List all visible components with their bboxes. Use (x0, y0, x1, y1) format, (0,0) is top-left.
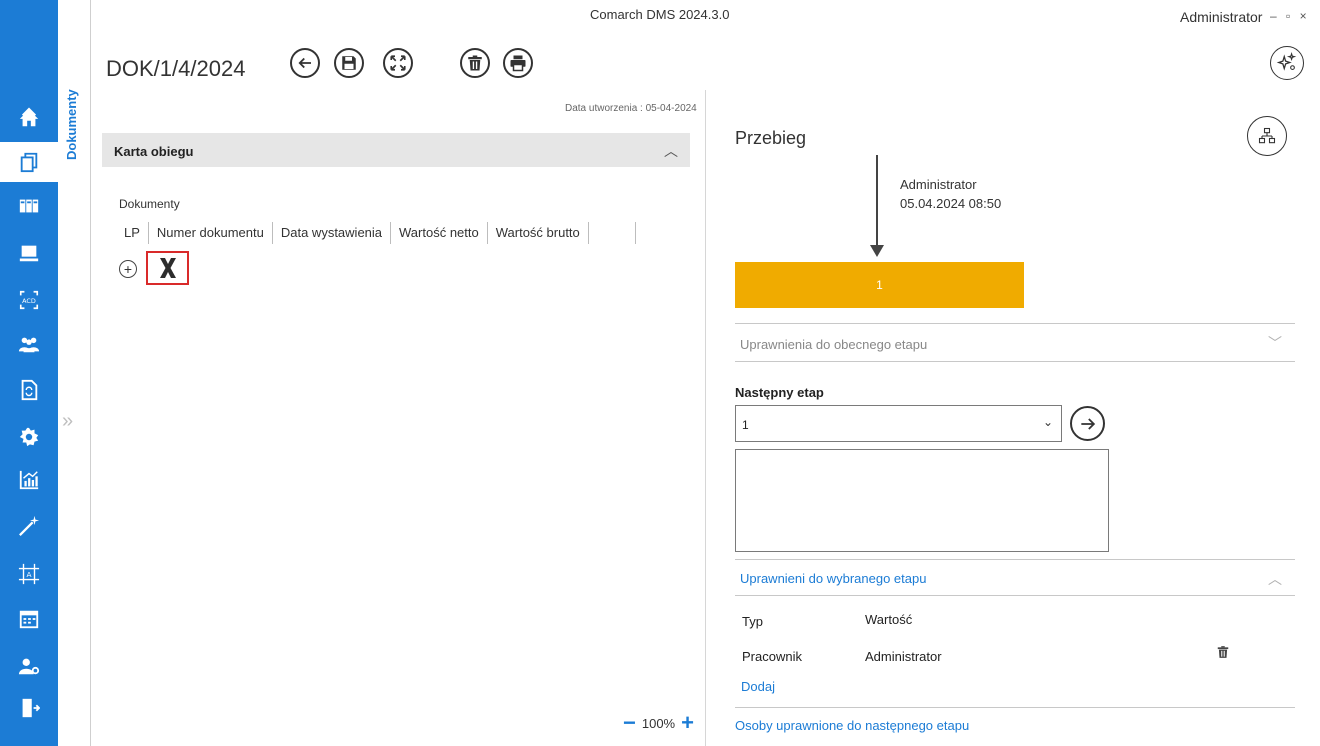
divider (735, 559, 1295, 560)
column-header-value: Wartość (865, 612, 913, 627)
svg-text:ACD: ACD (22, 297, 36, 305)
document-form-panel (90, 90, 706, 746)
divider (735, 707, 1295, 708)
trash-icon (468, 55, 482, 71)
comment-textarea[interactable] (735, 449, 1109, 552)
next-stage-people-toggle[interactable]: Osoby uprawnione do następnego etapu (735, 718, 969, 733)
selected-stage-permissions-toggle[interactable]: Uprawnieni do wybranego etapu (740, 571, 926, 586)
expand-panel-icon[interactable]: » (62, 410, 73, 433)
back-button[interactable] (290, 48, 320, 78)
zoom-control: − 100% + (623, 712, 694, 734)
dropdown-caret-icon[interactable]: ⌄ (1043, 415, 1053, 429)
ocr-icon[interactable]: ACD (13, 284, 45, 316)
chevron-up-icon[interactable]: ︿ (664, 141, 678, 161)
window-controls[interactable]: – ▫ × (1270, 9, 1310, 23)
workflow-arrow (876, 155, 878, 250)
dashboard-icon[interactable] (13, 190, 45, 222)
documents-icon[interactable] (0, 142, 58, 182)
ai-assistant-button[interactable] (1270, 46, 1304, 80)
users-icon[interactable] (13, 328, 45, 360)
arrow-right-icon (1080, 417, 1095, 430)
column-header[interactable]: Numer dokumentu (149, 222, 273, 244)
fullscreen-button[interactable] (383, 48, 413, 78)
save-button[interactable] (334, 48, 364, 78)
step-user: Administrator (900, 177, 977, 192)
workstation-icon[interactable] (13, 237, 45, 269)
reports-icon[interactable] (13, 464, 45, 496)
divider (735, 361, 1295, 362)
svg-text:A: A (26, 570, 31, 579)
arrow-down-icon (870, 245, 884, 257)
excel-import-icon (158, 258, 176, 278)
org-chart-icon (1258, 127, 1276, 144)
main-navigation: ACD A (0, 0, 58, 746)
logout-icon[interactable] (13, 692, 45, 724)
current-stage-permissions-toggle[interactable]: Uprawnienia do obecnego etapu (740, 337, 927, 352)
print-button[interactable] (503, 48, 533, 78)
column-header[interactable] (589, 222, 636, 244)
column-header-type: Typ (742, 614, 763, 629)
plus-icon: + (123, 261, 133, 277)
user-settings-icon[interactable] (13, 650, 45, 682)
settings-icon[interactable] (13, 421, 45, 453)
creation-date: Data utworzenia : 05-04-2024 (565, 103, 697, 114)
card-section-title: Karta obiegu (114, 144, 194, 159)
next-stage-select[interactable] (735, 405, 1062, 442)
workflow-title: Przebieg (735, 128, 807, 148)
delete-permission-button[interactable] (1216, 645, 1230, 664)
tab-documents[interactable]: Dokumenty (62, 89, 82, 162)
chevron-down-icon[interactable]: ﹀ (1268, 333, 1282, 353)
zoom-in-button[interactable]: + (681, 712, 694, 734)
divider (735, 595, 1295, 596)
step-date: 05.04.2024 08:50 (900, 196, 1002, 211)
zoom-out-button[interactable]: − (623, 712, 636, 734)
app-title: Comarch DMS 2024.3.0 (590, 7, 730, 22)
delete-button[interactable] (460, 48, 490, 78)
document-number: DOK/1/4/2024 (106, 56, 246, 81)
arrow-left-icon (298, 57, 311, 69)
column-header[interactable]: LP (119, 222, 149, 244)
sparkle-icon (1276, 52, 1297, 71)
next-stage-label: Następny etap (735, 385, 824, 400)
import-excel-button[interactable] (146, 251, 189, 285)
permission-value: Administrator (865, 649, 942, 664)
column-header[interactable]: Wartość brutto (488, 222, 589, 244)
add-permission-link[interactable]: Dodaj (741, 679, 775, 694)
column-header[interactable]: Wartość netto (391, 222, 488, 244)
documents-table-header: LP Numer dokumentu Data wystawienia Wart… (119, 222, 636, 244)
calendar-icon[interactable] (13, 603, 45, 635)
home-icon[interactable] (13, 102, 45, 134)
permission-type: Pracownik (742, 649, 802, 664)
add-row-button[interactable]: + (119, 260, 137, 278)
forward-to-stage-button[interactable] (1070, 406, 1105, 441)
workflow-step[interactable]: 1 (735, 262, 1024, 308)
save-icon (342, 56, 356, 70)
layout-icon[interactable]: A (13, 558, 45, 590)
printer-icon (510, 55, 526, 72)
workflow-doc-icon[interactable] (13, 374, 45, 406)
trash-icon (1217, 646, 1229, 658)
workflow-diagram-button[interactable] (1247, 116, 1287, 156)
divider (735, 323, 1295, 324)
column-header[interactable]: Data wystawienia (273, 222, 392, 244)
documents-table-label: Dokumenty (119, 197, 180, 211)
next-stage-value: 1 (742, 418, 749, 432)
current-user[interactable]: Administrator (1180, 9, 1262, 25)
step-info: Administrator 05.04.2024 08:50 (900, 175, 1001, 213)
zoom-level: 100% (641, 715, 676, 731)
chevron-up-icon[interactable]: ︿ (1268, 569, 1282, 589)
wizard-icon[interactable] (13, 510, 45, 542)
expand-icon (390, 55, 406, 71)
